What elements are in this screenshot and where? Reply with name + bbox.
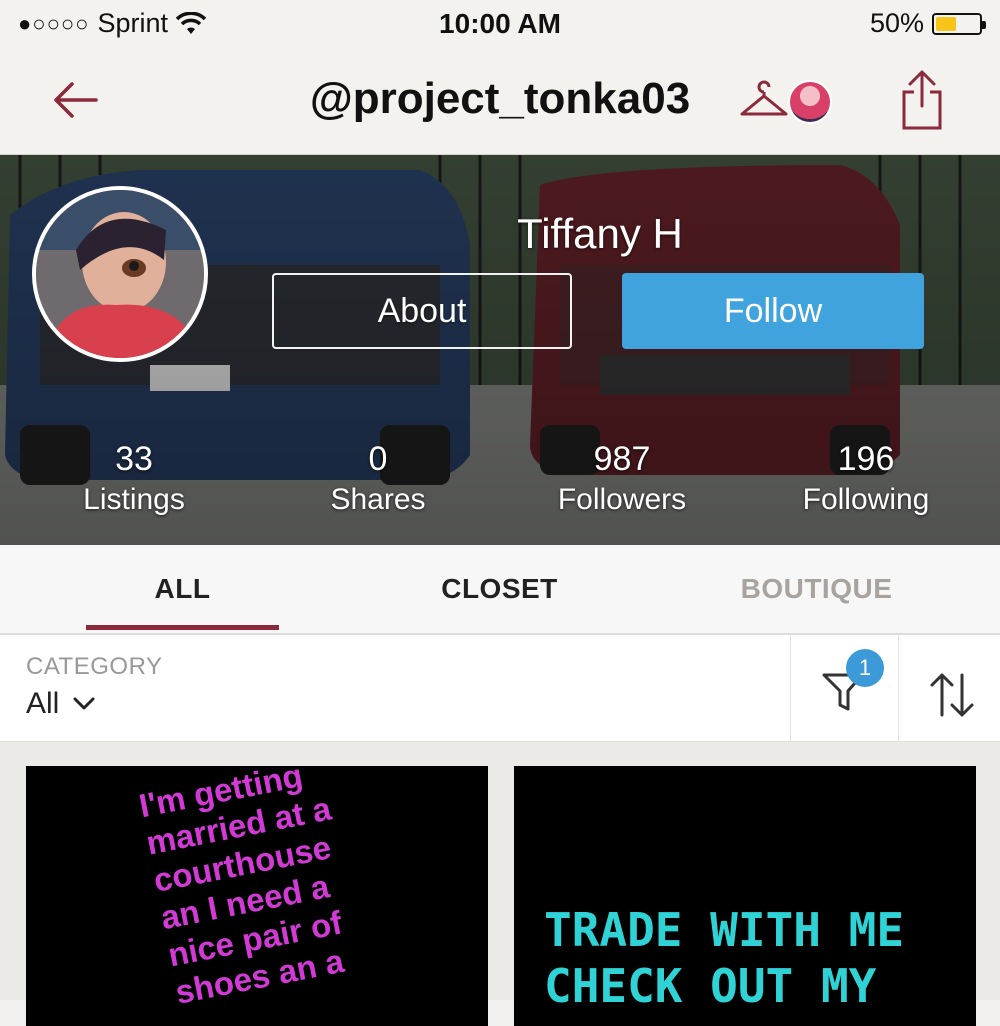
category-value: All <box>26 687 60 720</box>
hanger-icon <box>740 80 788 116</box>
profile-name: Tiffany H <box>517 210 683 257</box>
battery-tip <box>982 20 986 29</box>
listing-image-text: TRADE WITH ME CHECK OUT MY <box>544 903 905 1013</box>
page-title: @project_tonka03 <box>309 74 691 123</box>
divider <box>898 635 899 741</box>
stat-label: Shares <box>330 483 426 516</box>
tab-all[interactable]: ALL <box>16 545 349 633</box>
stat-shares[interactable]: 0 Shares <box>268 440 488 522</box>
active-tab-indicator <box>86 625 279 630</box>
listing-image-text: I'm getting married at a courthouse an I… <box>136 766 347 1011</box>
stat-label: Followers <box>557 483 687 516</box>
stat-value: 33 <box>115 440 153 478</box>
stat-value: 987 <box>593 440 651 478</box>
about-button[interactable]: About <box>272 273 572 349</box>
listing-tile[interactable]: TRADE WITH ME CHECK OUT MY <box>514 766 976 1026</box>
status-right: 50% <box>869 8 986 39</box>
status-bar: ●○○○○ Sprint 10:00 AM 50% <box>0 0 1000 52</box>
closet-hanger-button[interactable] <box>738 76 838 128</box>
battery-percent: 50% <box>869 8 924 38</box>
sort-icon[interactable] <box>928 671 976 719</box>
share-icon[interactable] <box>896 68 948 132</box>
listings-grid: I'm getting married at a courthouse an I… <box>0 742 1000 1026</box>
filter-bar: CATEGORY All 1 <box>0 635 1000 742</box>
tab-boutique[interactable]: BOUTIQUE <box>650 545 983 633</box>
chevron-down-icon <box>73 697 95 710</box>
stat-label: Following <box>802 483 930 516</box>
stat-following[interactable]: 196 Following <box>756 440 976 522</box>
stat-listings[interactable]: 33 Listings <box>24 440 244 522</box>
stat-label: Listings <box>83 483 185 516</box>
closet-tabs: ALL CLOSET BOUTIQUE <box>0 545 1000 635</box>
category-dropdown[interactable]: All <box>26 687 95 721</box>
avatar-photo <box>36 190 204 358</box>
user-avatar-mini <box>788 80 832 124</box>
status-time: 10:00 AM <box>439 8 561 39</box>
stat-value: 196 <box>837 440 895 478</box>
stat-followers[interactable]: 987 Followers <box>512 440 732 522</box>
battery-icon <box>932 12 986 35</box>
listing-tile[interactable]: I'm getting married at a courthouse an I… <box>26 766 488 1026</box>
stat-value: 0 <box>368 440 388 478</box>
filter-count-badge: 1 <box>846 649 884 687</box>
nav-bar: @project_tonka03 <box>0 52 1000 155</box>
category-label: CATEGORY <box>26 653 163 680</box>
follow-button[interactable]: Follow <box>622 273 924 349</box>
battery-fill <box>936 16 957 31</box>
profile-avatar <box>32 186 208 362</box>
tab-closet[interactable]: CLOSET <box>333 545 666 633</box>
divider <box>790 635 791 741</box>
